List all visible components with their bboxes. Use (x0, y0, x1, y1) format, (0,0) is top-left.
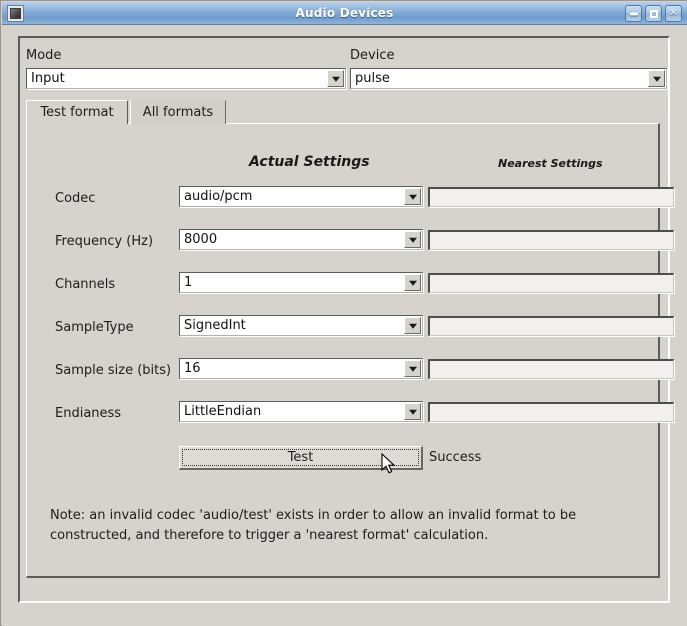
codec-combobox[interactable]: audio/pcm (179, 186, 423, 207)
row-label-frequency: Frequency (Hz) (55, 234, 153, 250)
minimize-icon (630, 12, 638, 15)
chevron-down-icon[interactable] (404, 274, 421, 291)
sampletype-combobox-value: SignedInt (184, 316, 400, 335)
sample-size-combobox[interactable]: 16 (179, 358, 423, 379)
window-content: Mode Input Device pulse Test format All … (2, 25, 687, 626)
sampletype-combobox[interactable]: SignedInt (179, 315, 423, 336)
tab-test-format-label: Test format (40, 105, 113, 120)
device-combobox-value: pulse (355, 69, 644, 88)
chevron-down-icon[interactable] (404, 360, 421, 377)
row-label-codec: Codec (55, 191, 95, 207)
row-label-endianess: Endianess (55, 406, 121, 422)
endianess-combobox[interactable]: LittleEndian (179, 401, 423, 422)
device-label: Device (350, 48, 394, 64)
codec-combobox-value: audio/pcm (184, 187, 400, 206)
channels-combobox[interactable]: 1 (179, 272, 423, 293)
chevron-down-icon[interactable] (648, 70, 665, 87)
note-text: Note: an invalid codec 'audio/test' exis… (50, 506, 650, 546)
chevron-down-icon[interactable] (404, 317, 421, 334)
frequency-combobox[interactable]: 8000 (179, 229, 423, 250)
close-button[interactable]: ✕ (665, 5, 682, 22)
title-bar[interactable]: Audio Devices ✕ (2, 2, 687, 25)
chevron-down-icon[interactable] (327, 70, 344, 87)
close-icon: ✕ (670, 9, 678, 18)
tab-all-formats-label: All formats (143, 105, 213, 120)
frequency-combobox-value: 8000 (184, 230, 400, 249)
settings-group-box: Mode Input Device pulse Test format All … (18, 36, 670, 603)
channels-combobox-value: 1 (184, 273, 400, 292)
endianess-combobox-value: LittleEndian (184, 402, 400, 421)
mode-combobox[interactable]: Input (26, 68, 346, 89)
chevron-down-icon[interactable] (404, 403, 421, 420)
row-label-sampletype: SampleType (55, 320, 134, 336)
frequency-nearest-field (428, 230, 674, 250)
codec-nearest-field (428, 187, 674, 207)
application-window: Audio Devices ✕ Mode Input Device pulse (0, 0, 687, 626)
minimize-button[interactable] (625, 5, 642, 22)
endianess-nearest-field (428, 402, 674, 422)
test-button[interactable]: Test (179, 446, 423, 470)
chevron-down-icon[interactable] (404, 231, 421, 248)
maximize-icon (650, 10, 658, 18)
sample-size-combobox-value: 16 (184, 359, 400, 378)
column-header-actual-settings: Actual Settings (249, 154, 370, 170)
maximize-button[interactable] (645, 5, 662, 22)
mode-combobox-value: Input (31, 69, 323, 88)
channels-nearest-field (428, 273, 674, 293)
row-label-sample-size: Sample size (bits) (55, 363, 171, 379)
mode-label: Mode (26, 48, 61, 64)
status-label: Success (429, 450, 481, 465)
sampletype-nearest-field (428, 316, 674, 336)
row-label-channels: Channels (55, 277, 115, 293)
focus-outline (182, 449, 419, 466)
chevron-down-icon[interactable] (404, 188, 421, 205)
tab-test-format[interactable]: Test format (26, 100, 128, 124)
column-header-nearest-settings: Nearest Settings (498, 157, 603, 170)
device-combobox[interactable]: pulse (350, 68, 667, 89)
tab-panel-test-format: Actual Settings Nearest Settings Codec a… (26, 123, 660, 578)
tab-all-formats[interactable]: All formats (130, 100, 226, 124)
tab-strip: Test format All formats (20, 100, 668, 124)
window-title: Audio Devices (2, 2, 687, 24)
sample-size-nearest-field (428, 359, 674, 379)
